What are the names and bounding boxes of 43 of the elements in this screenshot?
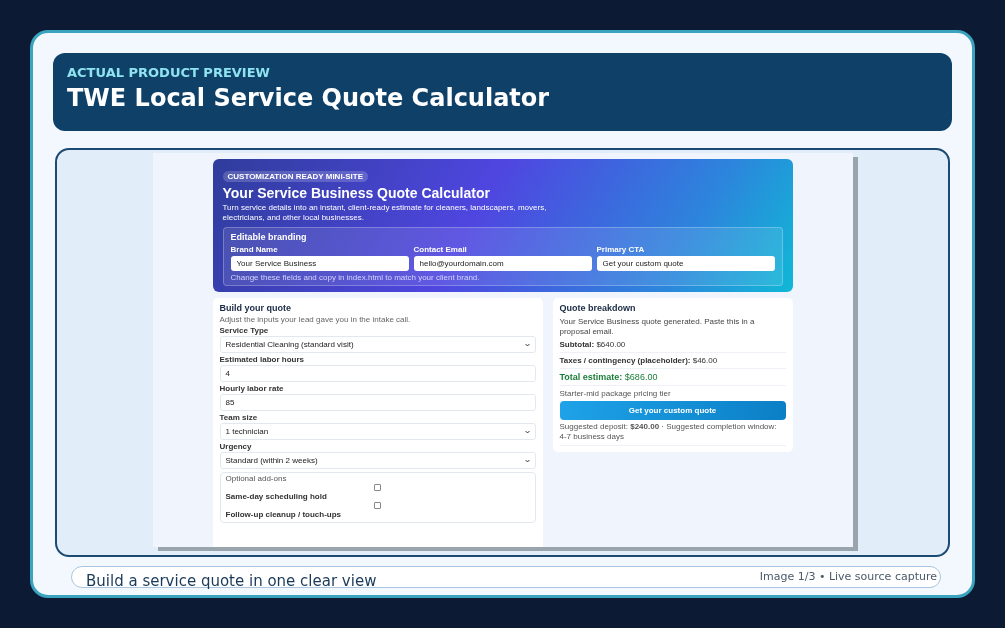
branding-title: Editable branding	[230, 232, 308, 242]
card-title: Build your quote	[219, 303, 292, 313]
breakdown-line: Subtotal: $640.00	[559, 337, 786, 353]
chevron-icon	[524, 429, 530, 434]
input-field[interactable]: 85	[219, 394, 536, 411]
field-label: Estimated labor hours	[219, 355, 305, 364]
intro-text: Your Service Business quote generated. Paste this in a proposal email.	[559, 317, 756, 337]
quote-button[interactable]: Get your custom quote	[559, 401, 786, 420]
breakdown-line: Taxes / contingency (placeholder): $46.00	[559, 353, 786, 369]
checkbox[interactable]	[374, 502, 381, 509]
field-label: Contact Email	[413, 245, 468, 254]
page-title: TWE Local Service Quote Calculator	[67, 84, 551, 112]
field-label: Primary CTA	[596, 245, 646, 254]
select-field[interactable]: Standard (within 2 weeks)	[219, 452, 536, 469]
chevron-icon	[524, 342, 530, 347]
card-title: Quote breakdown	[559, 303, 637, 313]
hero-title: Your Service Business Quote Calculator	[222, 185, 491, 201]
input-field[interactable]: hello@yourdomain.com	[413, 256, 592, 271]
addon-label: Follow-up cleanup / touch-ups	[225, 510, 343, 519]
eyebrow-label: ACTUAL PRODUCT PREVIEW	[67, 65, 271, 80]
caption-text: Build a service quote in one clear view	[86, 572, 377, 590]
select-field[interactable]: Residential Cleaning (standard visit)	[219, 336, 536, 353]
addons-legend: Optional add-ons	[225, 474, 530, 483]
chevron-icon	[524, 458, 530, 463]
input-field[interactable]: Get your custom quote	[596, 256, 775, 271]
deposit-note: Suggested deposit: $240.00 · Suggested completion window: 4-7 business days	[559, 422, 786, 446]
addon-label: Same-day scheduling hold	[225, 492, 328, 501]
branding-hint: Change these fields and copy in index.html to match your client brand.	[230, 273, 481, 282]
field-label: Urgency	[219, 442, 253, 451]
input-field[interactable]: 4	[219, 365, 536, 382]
hero-description: Turn service details into an instant, client-ready estimate for cleaners, landscapers, movers, electricians, and other local businesses.	[222, 203, 548, 223]
input-field[interactable]: Your Service Business	[230, 256, 409, 271]
field-label: Brand Name	[230, 245, 279, 254]
card-description: Adjust the inputs your lead gave you in the intake call.	[219, 315, 412, 324]
field-label: Team size	[219, 413, 259, 422]
pricing-tier-label: Starter-mid package pricing tier	[559, 389, 672, 398]
hero-badge: CUSTOMIZATION READY MINI-SITE	[222, 171, 369, 182]
checkbox[interactable]	[374, 484, 381, 491]
image-counter: Image 1/3 • Live source capture	[759, 570, 937, 583]
breakdown-line: Total estimate: $686.00	[559, 369, 786, 386]
field-label: Hourly labor rate	[219, 384, 285, 393]
field-label: Service Type	[219, 326, 270, 335]
select-field[interactable]: 1 technician	[219, 423, 536, 440]
